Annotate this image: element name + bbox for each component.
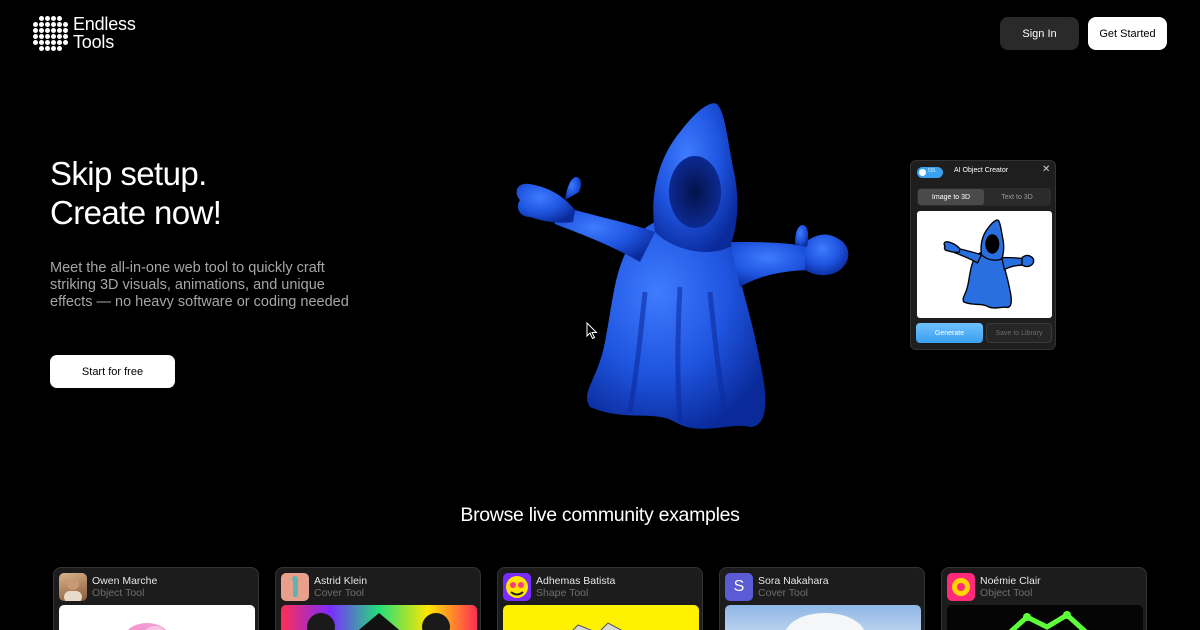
logo-dot [33,28,38,33]
logo-text: Endless Tools [73,15,136,51]
card-tool-name: Object Tool [980,587,1033,599]
logo-dot [45,28,50,33]
logo-dot [57,46,62,51]
logo-dot [39,40,44,45]
panel-title: AI Object Creator [954,167,1009,174]
community-card[interactable]: Adhemas Batista Shape Tool [497,567,703,630]
credits-toggle[interactable]: 50L [917,167,943,178]
card-tool-name: Object Tool [92,587,145,599]
hero-title-line-1: Skip setup. [50,155,207,192]
logo[interactable]: Endless Tools [33,15,136,51]
logo-dot [45,22,50,27]
card-author-name: Noémie Clair [980,575,1041,587]
panel-header: 50L AI Object Creator ✕ [911,161,1057,183]
logo-dot [57,34,62,39]
avatar [947,573,975,601]
tab-image-to-3d[interactable]: Image to 3D [918,189,984,205]
logo-dot [39,22,44,27]
card-author-name: Adhemas Batista [536,575,616,587]
start-for-free-button[interactable]: Start for free [50,355,175,388]
logo-dot [39,16,44,21]
logo-dot [39,28,44,33]
mouse-cursor-icon [586,321,598,340]
browse-section-title: Browse live community examples [460,504,740,526]
logo-dot [57,40,62,45]
hero-title: Skip setup. Create now! [50,154,222,232]
tab-text-to-3d[interactable]: Text to 3D [984,189,1050,205]
hero-title-line-2: Create now! [50,194,222,231]
sign-in-button[interactable]: Sign In [1000,17,1079,50]
logo-dot [39,34,44,39]
community-card[interactable]: Astrid Klein Cover Tool [275,567,481,630]
logo-dot [51,28,56,33]
save-to-library-button[interactable]: Save to Library [986,323,1052,343]
logo-dot [51,22,56,27]
logo-dot [51,16,56,21]
logo-dot [51,34,56,39]
logo-dot [33,34,38,39]
logo-dot [63,22,68,27]
card-tool-name: Cover Tool [314,587,364,599]
card-thumbnail [59,605,255,630]
card-thumbnail [725,605,921,630]
logo-dot [45,16,50,21]
logo-line-2: Tools [73,32,115,52]
logo-dot [57,22,62,27]
hooded-figure-image [505,92,865,442]
generate-button[interactable]: Generate [916,323,983,343]
hero-description: Meet the all-in-one web tool to quickly … [50,260,349,310]
avatar [281,573,309,601]
community-card[interactable]: Owen Marche Object Tool [53,567,259,630]
panel-tabs: Image to 3D Text to 3D [917,188,1051,206]
logo-dot [45,34,50,39]
logo-dot [51,40,56,45]
card-author-name: Owen Marche [92,575,158,587]
toggle-label: 50L [928,168,937,174]
close-icon[interactable]: ✕ [1042,165,1050,175]
logo-dot [39,46,44,51]
logo-dot [33,22,38,27]
community-card[interactable]: Noémie Clair Object Tool [941,567,1147,630]
card-author-name: Astrid Klein [314,575,368,587]
card-tool-name: Shape Tool [536,587,589,599]
card-thumbnail [503,605,699,630]
card-tool-name: Cover Tool [758,587,808,599]
card-author-name: Sora Nakahara [758,575,829,587]
avatar [503,573,531,601]
card-thumbnail [281,605,477,630]
logo-dot [57,28,62,33]
avatar-letter: S [733,578,745,595]
avatar: S [725,573,753,601]
get-started-button[interactable]: Get Started [1088,17,1167,50]
logo-dot [33,40,38,45]
card-thumbnail [947,605,1143,630]
logo-line-1: Endless [73,14,136,34]
logo-dot [57,16,62,21]
avatar [59,573,87,601]
logo-dot [63,34,68,39]
logo-dot [45,46,50,51]
logo-dots-icon [33,16,68,51]
preview-image [917,211,1052,318]
logo-dot [51,46,56,51]
ai-object-creator-panel: 50L AI Object Creator ✕ Image to 3D Text… [910,160,1056,350]
logo-dot [63,40,68,45]
toggle-knob [919,169,926,176]
community-card[interactable]: S Sora Nakahara Cover Tool [719,567,925,630]
logo-dot [63,28,68,33]
logo-dot [45,40,50,45]
